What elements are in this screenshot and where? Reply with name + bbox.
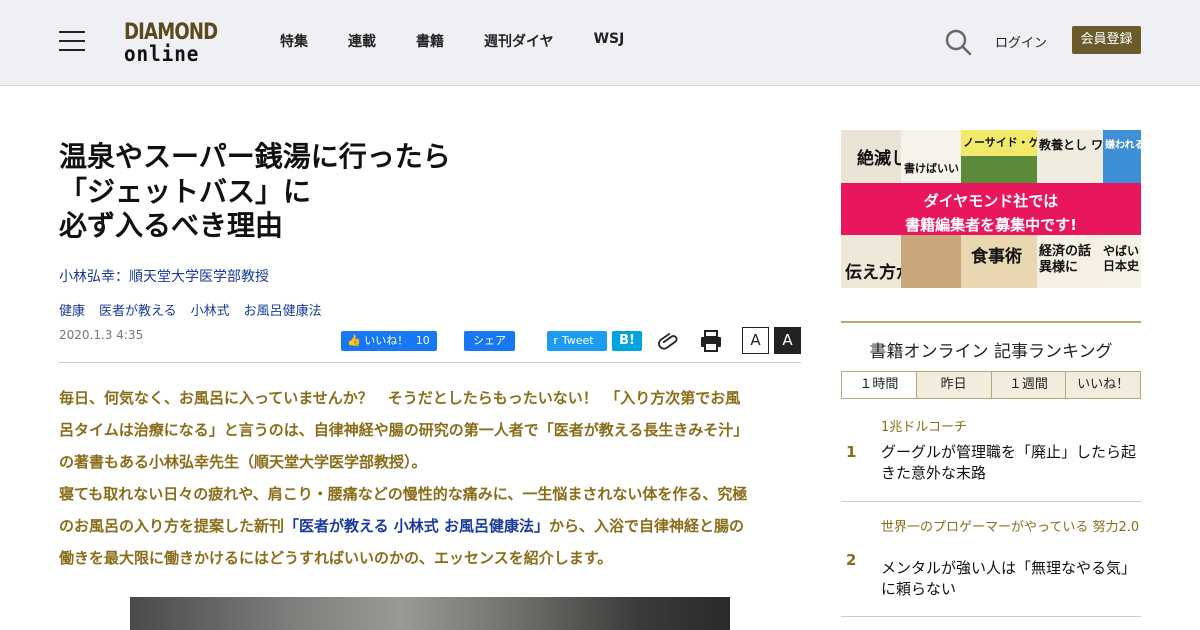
rank-number: 1 — [846, 443, 857, 461]
logo-bottom-text: online — [124, 42, 200, 66]
facebook-share-button[interactable]: シェア — [464, 331, 515, 351]
tab-likes[interactable]: いいね！ — [1066, 372, 1140, 398]
hatena-bookmark-button[interactable]: B! — [612, 331, 642, 351]
site-logo[interactable]: DIAMOND online — [124, 20, 228, 66]
print-icon[interactable] — [699, 329, 723, 353]
rank-category: 1兆ドルコーチ — [881, 420, 968, 435]
tag-kenko[interactable]: 健康 — [59, 300, 85, 319]
title-line-3: 必ず入るべき理由 — [59, 209, 284, 242]
book-cover — [901, 235, 961, 288]
register-button[interactable]: 会員登録 — [1072, 26, 1141, 54]
nav-item-tokushu[interactable]: 特集 — [280, 31, 308, 51]
tab-1week[interactable]: １週間 — [991, 372, 1067, 398]
book-cover-text: 経済の話 異様に — [1039, 244, 1092, 275]
tab-1hour[interactable]: １時間 — [842, 372, 917, 398]
article-tags: 健康 医者が教える 小林式 お風呂健康法 — [59, 300, 336, 319]
thumbs-up-icon: 👍 — [347, 334, 361, 347]
tab-yesterday[interactable]: 昨日 — [916, 372, 992, 398]
book-cover-text: 書けばいい — [904, 162, 959, 175]
rank-headline[interactable]: グーグルが管理職を「廃止」したら起きた意外な末路 — [881, 442, 1141, 484]
rank-category: 世界一のプロゲーマーがやっている 努力2.0 — [881, 520, 1140, 535]
font-size-small-button[interactable]: A — [742, 327, 769, 354]
ranking-title: 書籍オンライン 記事ランキング — [869, 342, 1113, 362]
divider — [59, 362, 801, 363]
banner-line-2: 書籍編集者を募集中です! — [905, 216, 1077, 234]
article-date: 2020.1.3 4:35 — [59, 328, 144, 342]
tweet-button[interactable]: 𝕣 Tweet — [547, 331, 607, 351]
book-cover-text: 食事術 — [971, 247, 1022, 267]
lead-line: 呂タイムは治療になる」と言うのは、自律神経や腸の研究の第一人者で「医者が教える長… — [59, 421, 749, 439]
site-header: DIAMOND online 特集 連載 書籍 週刊ダイヤ WSJ ログイン 会… — [0, 0, 1200, 86]
article-photo — [130, 597, 730, 630]
title-line-2: 「ジェットバス」に — [59, 174, 312, 208]
ranking-tabs: １時間 昨日 １週間 いいね！ — [841, 371, 1141, 399]
article-author[interactable]: 小林弘幸：順天堂大学医学部教授 — [59, 266, 269, 286]
login-link[interactable]: ログイン — [995, 32, 1047, 51]
ranking-item[interactable]: 2 世界一のプロゲーマーがやっている 努力2.0 メンタルが強い人は「無理なやる… — [841, 502, 1141, 617]
like-label: いいね！ — [364, 334, 409, 347]
banner-message: ダイヤモンド社では 書籍編集者を募集中です! — [841, 183, 1141, 235]
like-count: 10 — [415, 334, 430, 347]
rank-headline[interactable]: メンタルが強い人は「無理なやる気」に頼らない — [881, 558, 1141, 600]
twitter-bird-icon: 𝕣 — [553, 334, 559, 347]
nav-item-wsj[interactable]: WSJ — [594, 31, 625, 51]
nav-item-weekly[interactable]: 週刊ダイヤ — [484, 31, 554, 51]
banner-line-1: ダイヤモンド社では — [923, 192, 1059, 210]
lead-line: のお風呂の入り方を提案した新刊「医者が教える 小林式 お風呂健康法」から、入浴で… — [59, 510, 801, 542]
paperclip-icon[interactable] — [658, 330, 680, 352]
ranking-panel: 書籍オンライン 記事ランキング １時間 昨日 １週間 いいね！ 1 1兆ドルコー… — [841, 321, 1141, 617]
font-size-large-button[interactable]: A — [774, 327, 801, 354]
main-nav: 特集 連載 書籍 週刊ダイヤ WSJ — [280, 31, 664, 51]
nav-item-rensai[interactable]: 連載 — [348, 31, 376, 51]
tag-kobayashi[interactable]: 小林式 — [191, 300, 230, 319]
menu-icon[interactable] — [59, 31, 85, 53]
tag-isha[interactable]: 医者が教える — [99, 300, 177, 319]
nav-item-shoseki[interactable]: 書籍 — [416, 31, 444, 51]
lead-line: 毎日、何気なく、お風呂に入っていませんか？ そうだとしたらもったいない！ 「入り… — [59, 389, 741, 407]
lead-text: から、入浴で自律神経と腸の — [549, 517, 745, 535]
tweet-label: Tweet — [561, 334, 594, 347]
search-icon[interactable] — [944, 28, 972, 56]
book-cover-text: やばい日本史 — [1103, 244, 1140, 273]
recruit-banner[interactable]: 絶滅しま 書けばいい ノーサイド・ゲーム 教養とし ワイ 嫌われる勇気 ダイヤモ… — [841, 130, 1141, 288]
lead-line: 寝ても取れない日々の疲れや、肩こり・腰痛などの慢性的な痛みに、一生悩まされない体… — [59, 485, 748, 503]
book-link[interactable]: 「医者が教える 小林式 お風呂健康法」 — [284, 517, 549, 535]
tag-ofuro[interactable]: お風呂健康法 — [244, 300, 322, 319]
rank-number: 2 — [846, 551, 857, 569]
ranking-item[interactable]: 1 1兆ドルコーチ グーグルが管理職を「廃止」したら起きた意外な末路 — [841, 413, 1141, 502]
title-line-1: 温泉やスーパー銭湯に行ったら — [59, 140, 451, 173]
lead-line: 働きを最大限に働きかけるにはどうすればいいのかの、エッセンスを紹介します。 — [59, 549, 613, 567]
lead-text: のお風呂の入り方を提案した新刊 — [59, 517, 285, 535]
book-cover-text: 嫌われる勇気 — [1105, 140, 1141, 151]
facebook-like-button[interactable]: 👍 いいね！ 10 — [341, 331, 437, 351]
lead-line: の著書もある小林弘幸先生（順天堂大学医学部教授）。 — [59, 453, 427, 471]
article-lead: 毎日、何気なく、お風呂に入っていませんか？ そうだとしたらもったいない！ 「入り… — [59, 382, 801, 574]
article-title: 温泉やスーパー銭湯に行ったら 「ジェットバス」に 必ず入るべき理由 — [59, 140, 519, 244]
